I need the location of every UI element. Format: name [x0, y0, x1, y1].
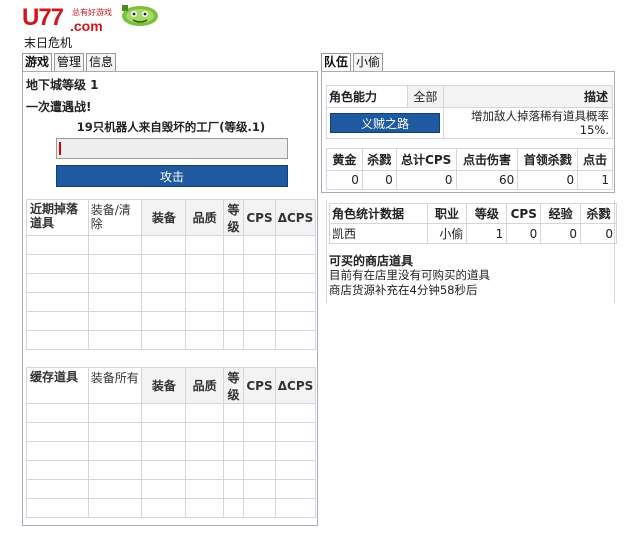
total-cps-header: 总计CPS	[395, 148, 457, 171]
table-row	[26, 422, 317, 442]
table-row	[26, 292, 317, 312]
tab-team[interactable]: 队伍	[321, 53, 352, 71]
attack-button[interactable]: 攻击	[56, 165, 288, 187]
col-delta-cps: ΔCPS	[274, 199, 317, 236]
character-stats-section: 角色统计数据 职业 等级 CPS 经验 杀戮 凯西 小偷 1 0 0 0 可买的…	[326, 200, 617, 303]
kills-header: 杀戮	[580, 203, 617, 224]
kills-header: 杀戮	[361, 148, 397, 171]
equip-all-link[interactable]: 装备所有	[87, 367, 143, 404]
boss-kills-value: 0	[517, 170, 579, 190]
character-cps: 0	[506, 223, 542, 244]
tab-thief[interactable]: 小偷	[353, 53, 384, 71]
class-header: 职业	[426, 203, 468, 224]
table-row[interactable]: 凯西 小偷 1 0 0 0	[329, 223, 617, 244]
skill-button[interactable]: 义贼之路	[330, 113, 440, 133]
table-row	[26, 273, 317, 293]
table-row	[26, 235, 317, 255]
table-row	[26, 498, 317, 518]
shop-restock-timer: 商店货源补充在4分钟58秒后	[329, 283, 478, 297]
right-tab-bar: 队伍 小偷	[321, 53, 385, 71]
click-damage-value: 60	[455, 170, 519, 190]
recent-drops-title: 近期掉落道具	[26, 199, 89, 236]
col-cps: CPS	[243, 199, 276, 236]
stored-items-table: 缓存道具 装备所有 装备 品质 等级 CPS ΔCPS	[26, 367, 317, 518]
logo-slogan: 总有好游戏	[72, 8, 112, 17]
boss-kills-header: 首领杀戮	[517, 148, 579, 171]
command-input[interactable]	[56, 138, 288, 159]
tab-info[interactable]: 信息	[86, 53, 117, 71]
description-header: 描述	[443, 85, 613, 108]
shop-empty-message: 目前有在店里没有可购买的道具	[329, 268, 490, 282]
gold-value: 0	[326, 170, 363, 190]
character-class: 小偷	[426, 223, 468, 244]
encounter-text: 一次遭遇战!	[26, 100, 92, 114]
gold-stats-table: 黄金 杀戮 总计CPS 点击伤害 首领杀戮 点击 0 0 0 60 0 1	[326, 148, 613, 190]
equip-clear-link[interactable]: 装备/清除	[87, 199, 143, 236]
skill-description: 增加敌人掉落稀有道具概率15%.	[443, 107, 613, 139]
table-row: 0 0 0 60 0 1	[326, 170, 613, 190]
mascot-icon	[122, 5, 158, 26]
col-equip: 装备	[141, 199, 187, 236]
tab-manage[interactable]: 管理	[54, 53, 85, 71]
col-quality: 品质	[185, 199, 225, 236]
level-header: 等级	[466, 203, 508, 224]
character-name: 凯西	[329, 223, 428, 244]
ability-table: 角色能力 全部 描述 义贼之路 增加敌人掉落稀有道具概率15%.	[326, 85, 613, 139]
site-logo[interactable]: U77 .com 总有好游戏	[22, 4, 162, 34]
character-kills: 0	[580, 223, 617, 244]
game-panel: 地下城等级 1 一次遭遇战! 19只机器人来自毁坏的工厂(等级.1) 攻击 近期…	[22, 71, 318, 526]
exp-header: 经验	[540, 203, 582, 224]
col-level: 等级	[223, 199, 244, 236]
tab-game[interactable]: 游戏	[22, 53, 53, 71]
col-delta-cps: ΔCPS	[274, 367, 317, 404]
col-quality: 品质	[185, 367, 225, 404]
table-row	[26, 254, 317, 274]
clicks-header: 点击	[577, 148, 613, 171]
logo-text: U77	[22, 4, 64, 31]
logo-domain: .com	[70, 18, 103, 34]
click-damage-header: 点击伤害	[455, 148, 519, 171]
ability-label: 角色能力	[326, 85, 408, 108]
col-level: 等级	[223, 367, 245, 404]
kills-value: 0	[361, 170, 397, 190]
character-exp: 0	[540, 223, 582, 244]
col-equip: 装备	[141, 367, 187, 404]
enemy-description: 19只机器人来自毁坏的工厂(等级.1)	[76, 120, 266, 134]
table-row	[26, 441, 317, 461]
character-stats-header: 角色统计数据	[329, 203, 428, 224]
gold-header: 黄金	[326, 148, 363, 171]
col-cps: CPS	[243, 367, 276, 404]
team-panel: 角色能力 全部 描述 义贼之路 增加敌人掉落稀有道具概率15%. 黄金 杀戮 总…	[321, 71, 615, 193]
cps-header: CPS	[506, 203, 542, 224]
dungeon-level: 地下城等级 1	[26, 78, 99, 92]
table-row	[26, 311, 317, 331]
total-cps-value: 0	[395, 170, 457, 190]
table-row	[26, 403, 317, 423]
character-stats-table: 角色统计数据 职业 等级 CPS 经验 杀戮 凯西 小偷 1 0 0 0	[329, 203, 617, 244]
stored-items-title: 缓存道具	[26, 367, 89, 404]
table-row	[26, 479, 317, 499]
recent-drops-table: 近期掉落道具 装备/清除 装备 品质 等级 CPS ΔCPS	[26, 199, 317, 350]
left-tab-bar: 游戏 管理 信息	[22, 53, 118, 71]
table-row	[26, 330, 317, 350]
character-level: 1	[466, 223, 508, 244]
ability-filter-all[interactable]: 全部	[406, 85, 445, 108]
table-row	[26, 460, 317, 480]
text-caret	[59, 142, 61, 155]
clicks-value: 1	[577, 170, 613, 190]
game-title: 末日危机	[24, 36, 73, 50]
